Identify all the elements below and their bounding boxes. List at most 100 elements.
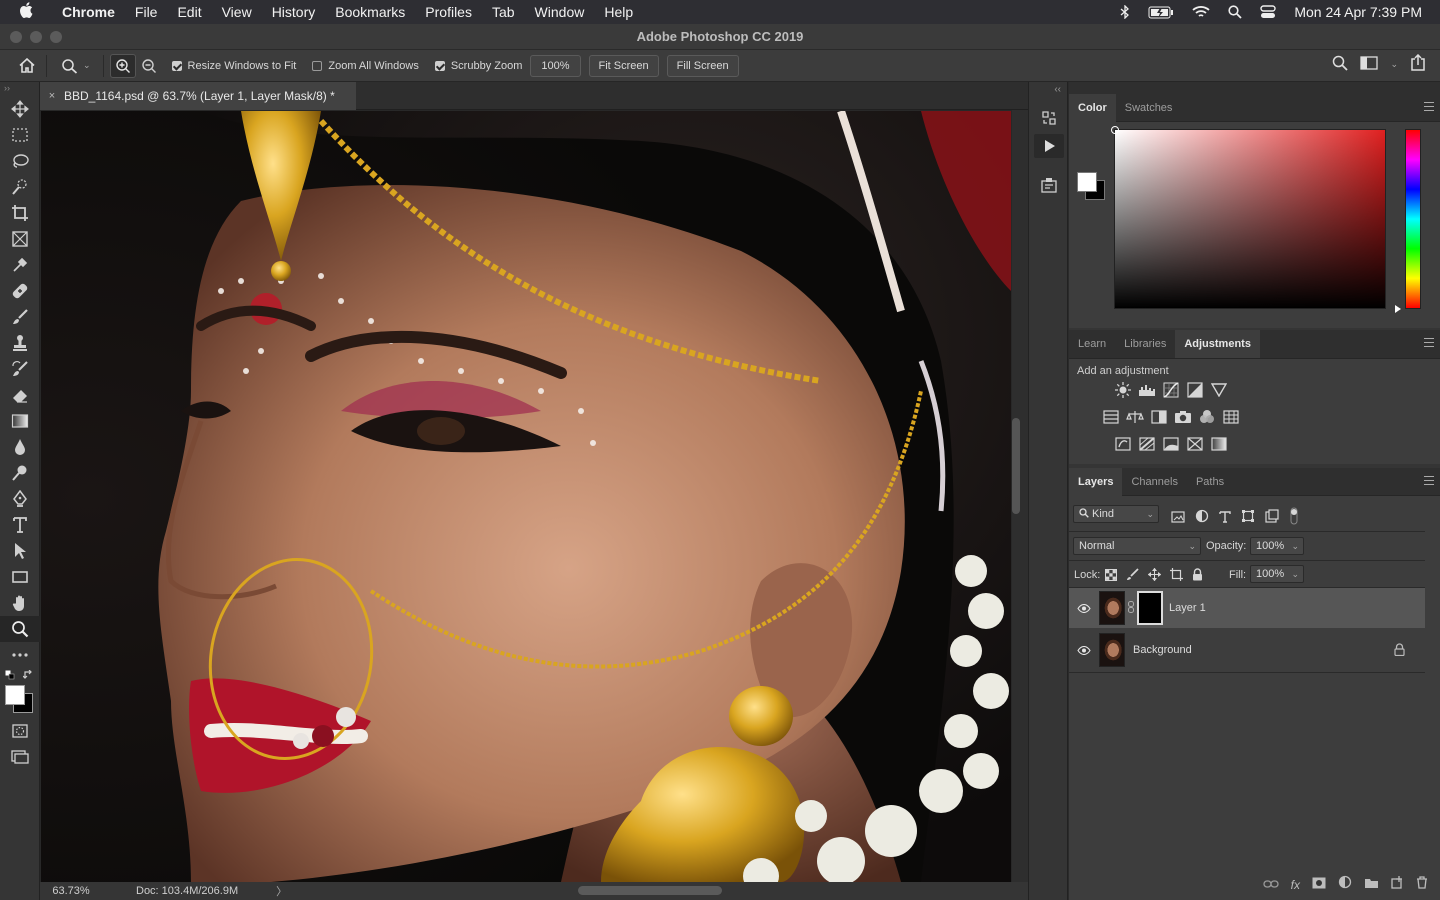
new-group-icon[interactable]	[1364, 876, 1379, 894]
lock-image-pixels-icon[interactable]	[1126, 568, 1139, 586]
exposure-icon[interactable]	[1186, 381, 1204, 399]
menubar-clock[interactable]: Mon 24 Apr 7:39 PM	[1294, 4, 1422, 20]
layer-name[interactable]: Layer 1	[1169, 602, 1206, 614]
zoom-tool-preset-button[interactable]	[57, 54, 83, 78]
hue-slider[interactable]	[1405, 129, 1421, 309]
pen-tool-icon[interactable]	[0, 486, 40, 512]
home-button[interactable]	[14, 54, 40, 78]
marquee-tool-icon[interactable]	[0, 122, 40, 148]
photo-filter-icon[interactable]	[1174, 408, 1192, 426]
apple-menu-icon[interactable]	[0, 2, 52, 22]
layer-thumbnail[interactable]	[1099, 633, 1125, 667]
zoom-out-button[interactable]	[136, 54, 162, 78]
quick-mask-icon[interactable]	[0, 718, 40, 744]
foreground-color-swatch[interactable]	[1077, 172, 1097, 192]
blend-mode-select[interactable]: Normal ⌄	[1073, 537, 1201, 555]
spotlight-search-icon[interactable]	[1228, 5, 1242, 19]
lock-all-icon[interactable]	[1192, 568, 1203, 586]
lock-position-icon[interactable]	[1147, 567, 1162, 586]
expand-dock-icon[interactable]: ‹‹	[1054, 84, 1061, 95]
resize-windows-checkbox[interactable]: Resize Windows to Fit	[171, 60, 296, 72]
tab-swatches[interactable]: Swatches	[1116, 94, 1182, 122]
new-layer-icon[interactable]	[1391, 875, 1404, 894]
zoom-all-windows-checkbox[interactable]: Zoom All Windows	[312, 60, 419, 72]
tab-libraries[interactable]: Libraries	[1115, 330, 1175, 358]
zoom-in-button[interactable]	[109, 53, 136, 78]
hue-slider-handle[interactable]	[1395, 305, 1401, 313]
threshold-icon[interactable]	[1162, 435, 1180, 453]
chevron-down-icon[interactable]: ⌄	[1291, 538, 1299, 554]
brightness-contrast-icon[interactable]	[1114, 381, 1132, 399]
layer-name[interactable]: Background	[1133, 644, 1192, 656]
chevron-down-icon[interactable]: ⌄	[1291, 566, 1299, 582]
clone-stamp-tool-icon[interactable]	[0, 330, 40, 356]
color-lookup-icon[interactable]	[1222, 408, 1240, 426]
tab-channels[interactable]: Channels	[1122, 468, 1186, 496]
close-document-icon[interactable]: ×	[40, 90, 64, 102]
menu-profiles[interactable]: Profiles	[415, 0, 482, 24]
actions-panel-icon[interactable]	[1034, 134, 1064, 158]
wifi-icon[interactable]	[1192, 5, 1210, 19]
layer-style-fx-icon[interactable]: fx	[1291, 878, 1300, 892]
document-tab[interactable]: × BBD_1164.psd @ 63.7% (Layer 1, Layer M…	[40, 82, 356, 110]
opacity-field[interactable]: 100% ⌄	[1250, 537, 1304, 555]
path-selection-tool-icon[interactable]	[0, 538, 40, 564]
battery-icon[interactable]	[1148, 6, 1174, 19]
lasso-tool-icon[interactable]	[0, 148, 40, 174]
vertical-scrollbar-thumb[interactable]	[1012, 418, 1020, 514]
lock-artboard-icon[interactable]	[1170, 568, 1183, 586]
search-icon[interactable]	[1332, 55, 1349, 74]
canvas-area[interactable]	[40, 110, 1028, 882]
more-tools-icon[interactable]	[0, 642, 40, 668]
workspace-chevron-icon[interactable]: ⌄	[1390, 59, 1398, 70]
menu-window[interactable]: Window	[525, 0, 595, 24]
default-colors-icon[interactable]	[5, 670, 15, 680]
control-center-icon[interactable]	[1260, 5, 1277, 19]
delete-layer-icon[interactable]	[1416, 875, 1428, 894]
move-tool-icon[interactable]	[0, 96, 40, 122]
eyedropper-tool-icon[interactable]	[0, 252, 40, 278]
lock-transparent-pixels-icon[interactable]	[1105, 568, 1117, 586]
add-layer-mask-icon[interactable]	[1312, 876, 1326, 894]
levels-icon[interactable]	[1138, 381, 1156, 399]
new-adjustment-layer-icon[interactable]	[1338, 875, 1352, 894]
filter-smart-objects-icon[interactable]	[1265, 509, 1279, 528]
fill-screen-button[interactable]: Fill Screen	[666, 54, 739, 77]
layer-mask-link-icon[interactable]	[1125, 600, 1137, 616]
menu-view[interactable]: View	[212, 0, 262, 24]
checkbox-mark[interactable]	[312, 60, 323, 71]
checkbox-mark[interactable]	[434, 60, 445, 71]
color-panel-menu-icon[interactable]	[1424, 102, 1434, 111]
tab-color[interactable]: Color	[1069, 94, 1116, 122]
layer-thumbnail[interactable]	[1099, 591, 1125, 625]
document-canvas[interactable]	[41, 111, 1011, 882]
toolbar-collapse-icon[interactable]: ››	[0, 82, 39, 96]
brush-tool-icon[interactable]	[0, 304, 40, 330]
rectangle-tool-icon[interactable]	[0, 564, 40, 590]
layers-panel-menu-icon[interactable]	[1424, 476, 1434, 485]
tab-paths[interactable]: Paths	[1187, 468, 1233, 496]
healing-brush-tool-icon[interactable]	[0, 278, 40, 304]
type-tool-icon[interactable]	[0, 512, 40, 538]
crop-tool-icon[interactable]	[0, 200, 40, 226]
zoom-tool-icon[interactable]	[0, 616, 40, 642]
layer-locked-icon[interactable]	[1394, 643, 1405, 659]
chevron-down-icon[interactable]: ⌄	[83, 60, 91, 71]
horizontal-scrollbar-thumb[interactable]	[578, 886, 722, 895]
swap-colors-icon[interactable]	[23, 670, 33, 680]
filter-toggle-icon[interactable]	[1289, 507, 1299, 530]
layer-row-background[interactable]: Background	[1069, 630, 1425, 670]
eraser-tool-icon[interactable]	[0, 382, 40, 408]
fill-field[interactable]: 100% ⌄	[1250, 565, 1304, 583]
gradient-tool-icon[interactable]	[0, 408, 40, 434]
selective-color-icon[interactable]	[1186, 435, 1204, 453]
zoom-percent-field[interactable]: 100%	[530, 54, 581, 77]
curves-icon[interactable]	[1162, 381, 1180, 399]
menu-file[interactable]: File	[125, 0, 168, 24]
tab-layers[interactable]: Layers	[1069, 468, 1123, 496]
workspace-icon[interactable]	[1360, 55, 1379, 73]
gradient-map-icon[interactable]	[1210, 435, 1228, 453]
filter-adjustment-layers-icon[interactable]	[1195, 509, 1209, 528]
color-balance-icon[interactable]	[1126, 408, 1144, 426]
quick-selection-tool-icon[interactable]	[0, 174, 40, 200]
